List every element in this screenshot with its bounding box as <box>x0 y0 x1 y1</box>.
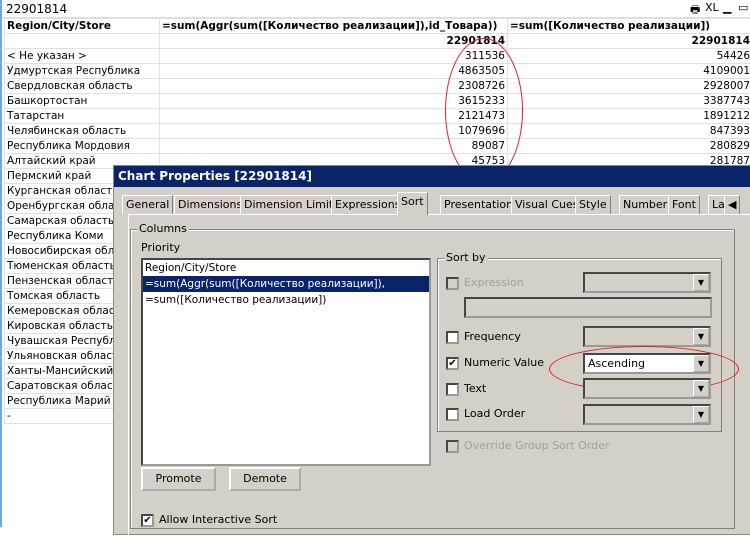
expression-order-select[interactable]: ▼ <box>583 272 711 293</box>
tab-scroll-left-icon[interactable]: ◀ <box>724 195 740 214</box>
table-row: Удмуртская Республика48635054109001 <box>5 64 750 79</box>
priority-item[interactable]: Region/City/Store <box>143 260 429 276</box>
frequency-checkbox[interactable] <box>446 331 459 344</box>
value-cell: 54426 <box>508 49 750 64</box>
tab-visual-cues[interactable]: Visual Cues <box>511 195 583 214</box>
region-cell[interactable]: Татарстан <box>5 109 160 124</box>
override-group-sort-label: Override Group Sort Order <box>464 439 609 452</box>
numeric-value-label: Numeric Value <box>464 356 544 369</box>
region-cell[interactable]: Республика Мордовия <box>5 139 160 154</box>
columns-label: Columns <box>137 222 189 235</box>
load-order-select[interactable]: ▼ <box>583 404 711 425</box>
table-row: Татарстан21214731891212 <box>5 109 750 124</box>
expression-checkbox[interactable] <box>446 277 459 290</box>
value-cell: 280829 <box>508 139 750 154</box>
tab-dimensions[interactable]: Dimensions <box>174 195 246 214</box>
table-row: Свердловская область23087262928007 <box>5 79 750 94</box>
region-cell[interactable]: < Не указан > <box>5 49 160 64</box>
load-order-checkbox[interactable] <box>446 408 459 421</box>
column-header[interactable]: =sum(Aggr(sum([Количество реализации]),i… <box>160 19 508 34</box>
priority-label: Priority <box>141 241 180 254</box>
chevron-down-icon: ▼ <box>693 328 709 345</box>
value-cell: 4109001 <box>508 64 750 79</box>
numeric-value-checkbox[interactable]: ✔ <box>446 357 459 370</box>
tab-dimension-limits[interactable]: Dimension Limits <box>240 195 343 214</box>
text-label: Text <box>464 382 486 395</box>
tab-sort[interactable]: Sort <box>397 192 428 215</box>
tab-number[interactable]: Number <box>619 195 671 214</box>
frequency-order-select[interactable]: ▼ <box>583 326 711 347</box>
dialog-title: Chart Properties [22901814] <box>114 166 750 187</box>
maximize-icon[interactable]: ▭ <box>738 1 748 14</box>
region-cell[interactable]: Челябинская область <box>5 124 160 139</box>
value-cell: 2928007 <box>508 79 750 94</box>
chevron-down-icon: ▼ <box>693 274 709 291</box>
total-cell: 22901814 <box>508 34 750 49</box>
value-cell: 3387743 <box>508 94 750 109</box>
table-row: Башкортостан36152333387743 <box>5 94 750 109</box>
region-cell[interactable]: Удмуртская Республика <box>5 64 160 79</box>
total-cell: 22901814 <box>160 34 508 49</box>
table-row: < Не указан >31153654426 <box>5 49 750 64</box>
text-checkbox[interactable] <box>446 383 459 396</box>
tab-font[interactable]: Font <box>668 195 700 214</box>
column-header[interactable]: Region/City/Store <box>5 19 160 34</box>
annotation-ellipse <box>445 38 523 183</box>
allow-interactive-sort-checkbox[interactable]: ✔ <box>141 514 154 527</box>
allow-interactive-sort-label: Allow Interactive Sort <box>159 513 277 526</box>
value-cell: 847393 <box>508 124 750 139</box>
promote-button[interactable]: Promote <box>141 467 216 491</box>
column-header[interactable]: =sum([Количество реализации]) <box>508 19 750 34</box>
tab-expressions[interactable]: Expressions <box>331 195 404 214</box>
value-cell: 1891212 <box>508 109 750 124</box>
tab-presentation[interactable]: Presentation <box>440 195 517 214</box>
region-cell[interactable]: Башкортостан <box>5 94 160 109</box>
tab-general[interactable]: General <box>122 195 173 214</box>
priority-item[interactable]: =sum([Количество реализации]) <box>143 292 429 308</box>
frequency-label: Frequency <box>464 330 521 343</box>
override-group-sort-checkbox[interactable] <box>446 440 459 453</box>
xl-icon[interactable]: XL <box>705 1 719 14</box>
total-cell <box>5 34 160 49</box>
expression-input[interactable] <box>464 297 712 318</box>
region-cell[interactable]: Свердловская область <box>5 79 160 94</box>
text-order-select[interactable]: ▼ <box>583 378 711 399</box>
chevron-down-icon: ▼ <box>693 380 709 397</box>
caption-title: 22901814 <box>6 2 67 16</box>
totals-row: 22901814 22901814 <box>5 34 750 49</box>
table-row: Челябинская область1079696847393 <box>5 124 750 139</box>
caption-bar: 22901814 🖶 XL ▁ ▭ <box>2 0 750 18</box>
sort-by-label: Sort by <box>444 251 488 264</box>
priority-item-selected[interactable]: =sum(Aggr(sum([Количество реализации]), … <box>143 276 429 292</box>
table-row: Республика Мордовия89087280829 <box>5 139 750 154</box>
demote-button[interactable]: Demote <box>229 467 301 491</box>
priority-list[interactable]: Region/City/Store =sum(Aggr(sum([Количес… <box>141 258 431 466</box>
expression-label: Expression <box>464 276 524 289</box>
minimize-icon[interactable]: ▁ <box>723 1 731 14</box>
tab-style[interactable]: Style <box>575 195 611 214</box>
load-order-label: Load Order <box>464 407 525 420</box>
chevron-down-icon: ▼ <box>693 406 709 423</box>
